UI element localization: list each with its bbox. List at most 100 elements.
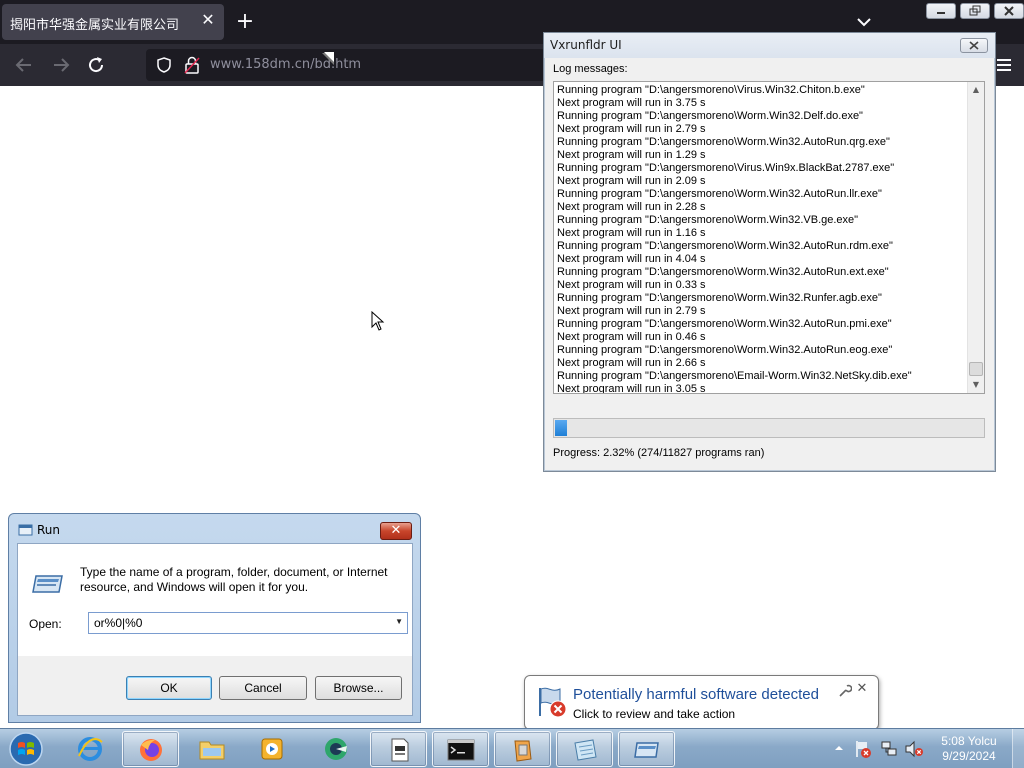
close-icon[interactable]: ✕	[200, 12, 216, 28]
close-button[interactable]	[960, 38, 988, 53]
close-window-button[interactable]	[994, 3, 1024, 19]
taskbar-vxrunfldr[interactable]	[618, 731, 675, 767]
media-player-icon	[261, 738, 283, 760]
window-title: Vxrunfldr UI	[550, 38, 622, 52]
chevron-down-icon[interactable]	[852, 10, 876, 34]
show-desktop-button[interactable]	[1012, 729, 1024, 768]
lock-warning-icon[interactable]	[184, 56, 200, 74]
taskbar: 5:08 Yolcu 9/29/2024	[0, 728, 1024, 768]
ok-button[interactable]: OK	[126, 676, 212, 700]
taskbar-firefox[interactable]	[122, 731, 179, 767]
log-line: Next program will run in 2.28 s	[557, 201, 706, 213]
show-hidden-icons-icon[interactable]	[834, 743, 844, 753]
open-input-value: or%0|%0	[94, 616, 143, 630]
restore-button[interactable]	[960, 3, 990, 19]
archive-icon	[514, 740, 532, 762]
green-circle-app-icon	[325, 738, 347, 760]
run-dialog: Run ✕ Type the name of a program, folder…	[8, 513, 421, 723]
log-line: Running program "D:\angersmoreno\Worm.Wi…	[557, 318, 892, 330]
vxrunfldr-titlebar[interactable]: Vxrunfldr UI	[544, 33, 995, 58]
close-icon	[969, 41, 979, 50]
taskbar-command-prompt[interactable]	[432, 731, 489, 767]
log-line: Running program "D:\angersmoreno\Worm.Wi…	[557, 110, 863, 122]
dropdown-arrow-icon[interactable]: ▼	[395, 617, 403, 626]
taskbar-green-app[interactable]	[308, 731, 365, 767]
log-listbox[interactable]: Running program "D:\angersmoreno\Virus.W…	[553, 81, 985, 394]
log-line: Running program "D:\angersmoreno\Virus.W…	[557, 162, 895, 174]
log-line: Next program will run in 2.66 s	[557, 357, 706, 369]
action-center-flag-icon[interactable]	[854, 739, 872, 759]
scroll-up-icon[interactable]: ▲	[968, 82, 984, 98]
taskbar-windows-explorer[interactable]	[184, 731, 241, 767]
clock-time: 5:08 Yolcu	[941, 734, 997, 748]
balloon-tail-inner	[324, 52, 334, 62]
progress-text: Progress: 2.32% (274/11827 programs ran)	[553, 447, 765, 459]
run-description: Type the name of a program, folder, docu…	[80, 565, 388, 594]
plus-icon[interactable]: +	[232, 9, 258, 35]
log-line: Next program will run in 3.05 s	[557, 383, 706, 394]
notification-title: Potentially harmful software detected	[573, 686, 819, 703]
log-line: Running program "D:\angersmoreno\Worm.Wi…	[557, 136, 890, 148]
scroll-thumb[interactable]	[969, 362, 983, 376]
browser-tab[interactable]: 揭阳市华强金属实业有限公司 ✕	[2, 4, 224, 40]
start-orb-icon[interactable]	[6, 731, 46, 767]
window-controls	[926, 3, 1024, 19]
log-line: Next program will run in 3.75 s	[557, 97, 706, 109]
notepad-icon	[574, 739, 597, 761]
log-line: Next program will run in 4.04 s	[557, 253, 706, 265]
taskbar-document-viewer[interactable]	[370, 731, 427, 767]
close-button[interactable]: ✕	[380, 522, 412, 540]
vxrunfldr-window: Vxrunfldr UI Log messages: Running progr…	[543, 32, 996, 472]
url-text: www.158dm.cn/bd.htm	[210, 57, 362, 72]
dialog-title: Run	[37, 523, 61, 537]
log-line: Next program will run in 1.29 s	[557, 149, 706, 161]
close-icon[interactable]: ✕	[855, 682, 869, 696]
log-line: Next program will run in 2.09 s	[557, 175, 706, 187]
taskbar-internet-explorer[interactable]	[62, 731, 119, 767]
open-input[interactable]: or%0|%0 ▼	[88, 612, 408, 634]
open-label: Open:	[29, 617, 62, 631]
taskbar-clock[interactable]: 5:08 Yolcu 9/29/2024	[934, 734, 1004, 764]
log-line: Next program will run in 2.79 s	[557, 305, 706, 317]
log-line: Next program will run in 0.46 s	[557, 331, 706, 343]
internet-explorer-icon	[78, 737, 103, 761]
browse-button[interactable]: Browse...	[315, 676, 402, 700]
log-label: Log messages:	[553, 63, 628, 75]
scroll-down-icon[interactable]: ▼	[968, 377, 984, 393]
log-lines: Running program "D:\angersmoreno\Virus.W…	[557, 84, 967, 394]
vertical-scrollbar[interactable]: ▲ ▼	[967, 82, 984, 393]
run-dialog-body: Type the name of a program, folder, docu…	[17, 543, 413, 716]
log-line: Running program "D:\angersmoreno\Virus.W…	[557, 84, 865, 96]
log-line: Running program "D:\angersmoreno\Worm.Wi…	[557, 266, 889, 278]
cancel-button[interactable]: Cancel	[219, 676, 307, 700]
forward-arrow-icon[interactable]	[49, 53, 73, 77]
run-icon	[18, 524, 33, 536]
command-prompt-icon	[447, 739, 475, 761]
mouse-cursor-icon	[371, 311, 385, 331]
action-center-warning-icon	[539, 687, 567, 718]
back-arrow-icon[interactable]	[12, 53, 36, 77]
log-line: Next program will run in 0.33 s	[557, 279, 706, 291]
network-icon[interactable]	[880, 740, 898, 758]
progress-bar	[553, 418, 985, 438]
shield-icon[interactable]	[156, 57, 172, 73]
url-bar[interactable]: www.158dm.cn/bd.htm	[146, 49, 546, 81]
log-line: Running program "D:\angersmoreno\Worm.Wi…	[557, 188, 882, 200]
reload-icon[interactable]	[84, 53, 108, 77]
run-program-icon	[634, 742, 659, 758]
progress-fill	[555, 420, 567, 436]
log-line: Next program will run in 2.79 s	[557, 123, 706, 135]
wrench-icon[interactable]	[838, 684, 852, 698]
folder-icon	[199, 741, 225, 760]
log-line: Running program "D:\angersmoreno\Worm.Wi…	[557, 344, 893, 356]
notification-balloon[interactable]: Potentially harmful software detected Cl…	[524, 675, 879, 730]
volume-muted-icon[interactable]	[904, 740, 924, 758]
taskbar-media-player[interactable]	[244, 731, 301, 767]
minimize-button[interactable]	[926, 3, 956, 19]
tab-title: 揭阳市华强金属实业有限公司	[10, 18, 180, 33]
taskbar-notepad-app[interactable]	[556, 731, 613, 767]
taskbar-archive-app[interactable]	[494, 731, 551, 767]
run-dialog-content: Type the name of a program, folder, docu…	[18, 544, 412, 656]
notification-message: Click to review and take action	[573, 707, 736, 721]
log-line: Running program "D:\angersmoreno\Worm.Wi…	[557, 292, 882, 304]
